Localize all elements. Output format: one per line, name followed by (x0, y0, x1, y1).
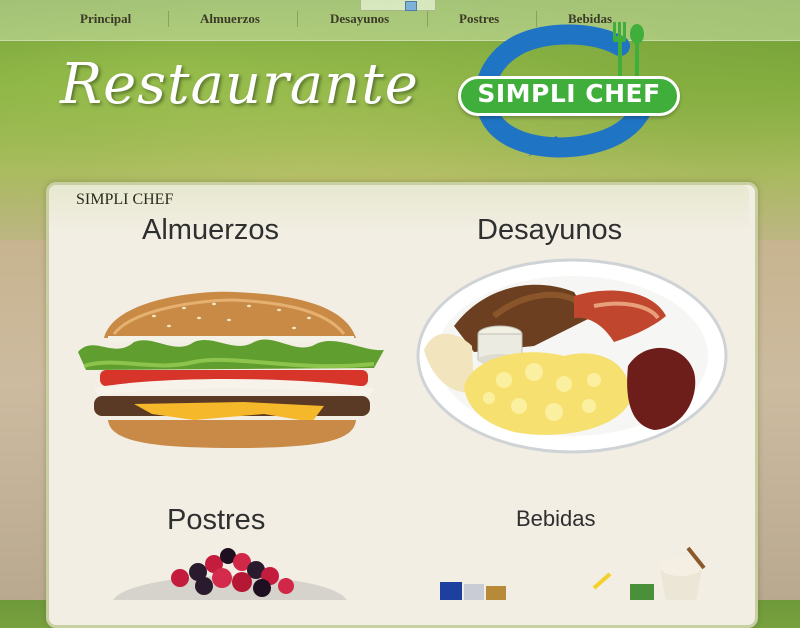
fork-spoon-icon (613, 22, 644, 76)
berries-dessert-image (113, 548, 347, 600)
nav-divider (297, 11, 298, 27)
nav-tab-handle[interactable] (360, 0, 436, 11)
category-card-bebidas[interactable]: Bebidas (410, 500, 730, 600)
nav-item-principal[interactable]: Principal (80, 11, 131, 27)
panel-title: SIMPLI CHEF (76, 191, 174, 208)
category-title-postres: Postres (167, 504, 266, 536)
brand-script-title: Restaurante (60, 52, 419, 117)
drinks-image (440, 546, 706, 600)
category-card-almuerzos[interactable]: Almuerzos (70, 214, 390, 454)
nav-item-almuerzos[interactable]: Almuerzos (200, 11, 260, 27)
category-title-almuerzos: Almuerzos (142, 214, 279, 246)
category-title-desayunos: Desayunos (477, 214, 623, 246)
nav-divider (168, 11, 169, 27)
top-navigation: Principal Almuerzos Desayunos Postres Be… (0, 0, 800, 41)
nav-item-desayunos[interactable]: Desayunos (330, 11, 389, 27)
category-card-desayunos[interactable]: Desayunos (410, 214, 730, 464)
nav-divider (427, 11, 428, 27)
burger-image (78, 291, 384, 448)
tab-icon[interactable] (405, 1, 417, 11)
category-card-postres[interactable]: Postres (70, 500, 390, 600)
breakfast-plate-image (416, 258, 728, 454)
category-title-bebidas: Bebidas (516, 506, 596, 531)
logo-text: SIMPLI CHEF (477, 79, 661, 108)
